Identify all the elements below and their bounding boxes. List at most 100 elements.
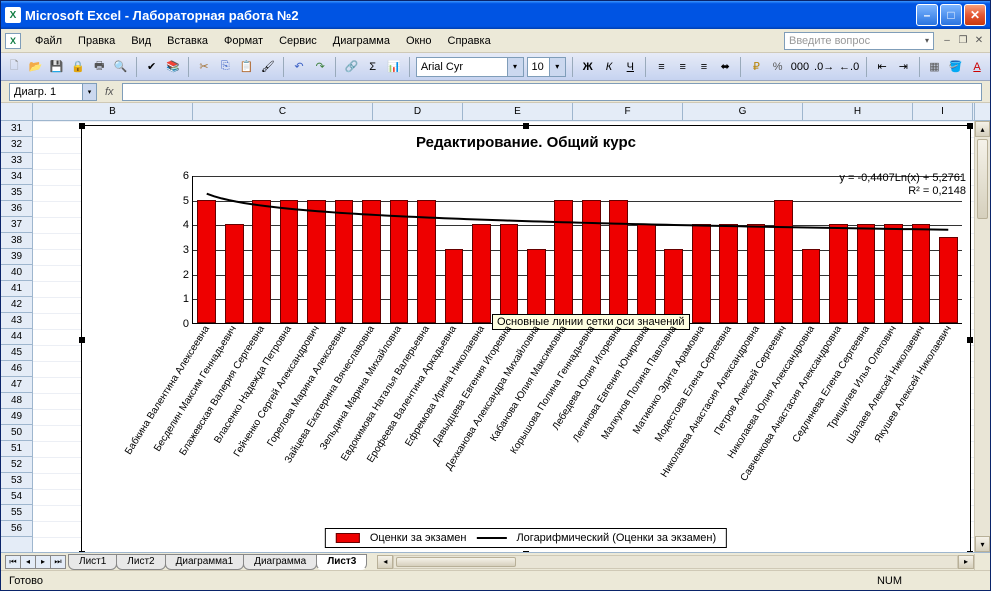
doc-minimize-button[interactable]: – xyxy=(940,34,954,48)
name-box[interactable]: Диагр. 1 ▾ xyxy=(9,83,97,101)
merge-center-icon[interactable]: ⬌ xyxy=(716,56,734,78)
minimize-button[interactable]: – xyxy=(916,4,938,26)
row-header[interactable]: 54 xyxy=(1,489,32,505)
italic-icon[interactable]: К xyxy=(600,56,618,78)
chart-bar[interactable] xyxy=(912,224,931,323)
menu-edit[interactable]: Правка xyxy=(70,33,123,49)
chart-legend[interactable]: Оценки за экзамен Логарифмический (Оценк… xyxy=(325,528,727,548)
chart-bar[interactable] xyxy=(307,200,326,323)
row-header[interactable]: 39 xyxy=(1,249,32,265)
scroll-left-button[interactable]: ◂ xyxy=(377,555,393,569)
bold-icon[interactable]: Ж xyxy=(579,56,597,78)
menu-view[interactable]: Вид xyxy=(123,33,159,49)
hscroll-thumb[interactable] xyxy=(396,557,516,567)
open-file-icon[interactable]: 📂 xyxy=(26,56,44,78)
row-header[interactable]: 49 xyxy=(1,409,32,425)
increase-indent-icon[interactable]: ⇥ xyxy=(894,56,912,78)
save-icon[interactable]: 💾 xyxy=(48,56,66,78)
menu-insert[interactable]: Вставка xyxy=(159,33,216,49)
menu-chart[interactable]: Диаграмма xyxy=(325,33,398,49)
sheet-tab[interactable]: Диаграмма xyxy=(243,554,317,570)
column-header[interactable]: H xyxy=(803,103,913,120)
chart-title[interactable]: Редактирование. Общий курс xyxy=(82,126,970,151)
cut-icon[interactable]: ✂ xyxy=(195,56,213,78)
copy-icon[interactable]: ⎘ xyxy=(216,56,234,78)
print-preview-icon[interactable]: 🔍 xyxy=(111,56,129,78)
row-header[interactable]: 35 xyxy=(1,185,32,201)
chart-bar[interactable] xyxy=(664,249,683,323)
font-name-combo[interactable]: Arial Cyr ▾ xyxy=(416,57,524,77)
row-header[interactable]: 50 xyxy=(1,425,32,441)
row-header[interactable]: 31 xyxy=(1,121,32,137)
sheet-tab[interactable]: Диаграмма1 xyxy=(165,554,245,570)
align-left-icon[interactable]: ≡ xyxy=(652,56,670,78)
vertical-scrollbar[interactable]: ▴ ▾ xyxy=(974,121,990,552)
chart-bar[interactable] xyxy=(225,224,244,323)
chart-bar[interactable] xyxy=(280,200,299,323)
chart-bar[interactable] xyxy=(637,224,656,323)
row-header[interactable]: 38 xyxy=(1,233,32,249)
menu-format[interactable]: Формат xyxy=(216,33,271,49)
row-header[interactable]: 37 xyxy=(1,217,32,233)
chart-plot-area[interactable]: 0123456 xyxy=(192,176,962,324)
row-header[interactable]: 33 xyxy=(1,153,32,169)
decrease-indent-icon[interactable]: ⇤ xyxy=(873,56,891,78)
close-button[interactable]: ✕ xyxy=(964,4,986,26)
chart-bar[interactable] xyxy=(500,224,519,323)
align-center-icon[interactable]: ≡ xyxy=(674,56,692,78)
row-header[interactable]: 53 xyxy=(1,473,32,489)
scroll-thumb[interactable] xyxy=(977,139,988,219)
tab-nav-prev[interactable]: ◂ xyxy=(20,555,36,569)
font-color-icon[interactable]: A xyxy=(968,56,986,78)
scroll-right-button[interactable]: ▸ xyxy=(958,555,974,569)
row-header[interactable]: 51 xyxy=(1,441,32,457)
chart-bar[interactable] xyxy=(774,200,793,323)
row-header[interactable]: 46 xyxy=(1,361,32,377)
new-file-icon[interactable]: 🗋 xyxy=(5,56,23,78)
chart-bar[interactable] xyxy=(829,224,848,323)
scroll-track[interactable] xyxy=(975,221,990,536)
row-header[interactable]: 55 xyxy=(1,505,32,521)
row-header[interactable]: 40 xyxy=(1,265,32,281)
sheet-tab[interactable]: Лист1 xyxy=(68,554,117,570)
redo-icon[interactable]: ↷ xyxy=(311,56,329,78)
menu-help[interactable]: Справка xyxy=(440,33,499,49)
hscroll-track[interactable] xyxy=(393,555,958,569)
row-header[interactable]: 32 xyxy=(1,137,32,153)
chart-bar[interactable] xyxy=(939,237,958,323)
undo-icon[interactable]: ↶ xyxy=(290,56,308,78)
paste-icon[interactable]: 📋 xyxy=(237,56,255,78)
row-header[interactable]: 47 xyxy=(1,377,32,393)
help-search-input[interactable]: Введите вопрос ▾ xyxy=(784,32,934,50)
sheet-tab[interactable]: Лист2 xyxy=(116,554,165,570)
decrease-decimal-icon[interactable]: ←.0 xyxy=(838,56,860,78)
doc-restore-button[interactable]: ❐ xyxy=(956,34,970,48)
chart-bar[interactable] xyxy=(362,200,381,323)
tab-nav-first[interactable]: ⏮ xyxy=(5,555,21,569)
worksheet-grid[interactable]: Редактирование. Общий курс 0123456 y = -… xyxy=(33,121,974,552)
chart-bar[interactable] xyxy=(445,249,464,323)
chart-bar[interactable] xyxy=(802,249,821,323)
row-header[interactable]: 43 xyxy=(1,313,32,329)
row-header[interactable]: 45 xyxy=(1,345,32,361)
row-header[interactable]: 42 xyxy=(1,297,32,313)
maximize-button[interactable]: □ xyxy=(940,4,962,26)
chart-bar[interactable] xyxy=(719,224,738,323)
scroll-down-button[interactable]: ▾ xyxy=(975,536,990,552)
chart-bar[interactable] xyxy=(417,200,436,323)
comma-style-icon[interactable]: 000 xyxy=(790,56,810,78)
row-header[interactable]: 56 xyxy=(1,521,32,537)
row-header[interactable]: 41 xyxy=(1,281,32,297)
column-header[interactable]: E xyxy=(463,103,573,120)
chart-bar[interactable] xyxy=(335,200,354,323)
chart-object[interactable]: Редактирование. Общий курс 0123456 y = -… xyxy=(81,125,971,552)
row-header[interactable]: 48 xyxy=(1,393,32,409)
column-header[interactable]: C xyxy=(193,103,373,120)
menu-tools[interactable]: Сервис xyxy=(271,33,325,49)
tab-nav-next[interactable]: ▸ xyxy=(35,555,51,569)
chart-wizard-icon[interactable]: 📊 xyxy=(385,56,403,78)
doc-close-button[interactable]: ✕ xyxy=(972,34,986,48)
spellcheck-icon[interactable]: ✔ xyxy=(143,56,161,78)
column-header[interactable]: D xyxy=(373,103,463,120)
borders-icon[interactable]: ▦ xyxy=(925,56,943,78)
